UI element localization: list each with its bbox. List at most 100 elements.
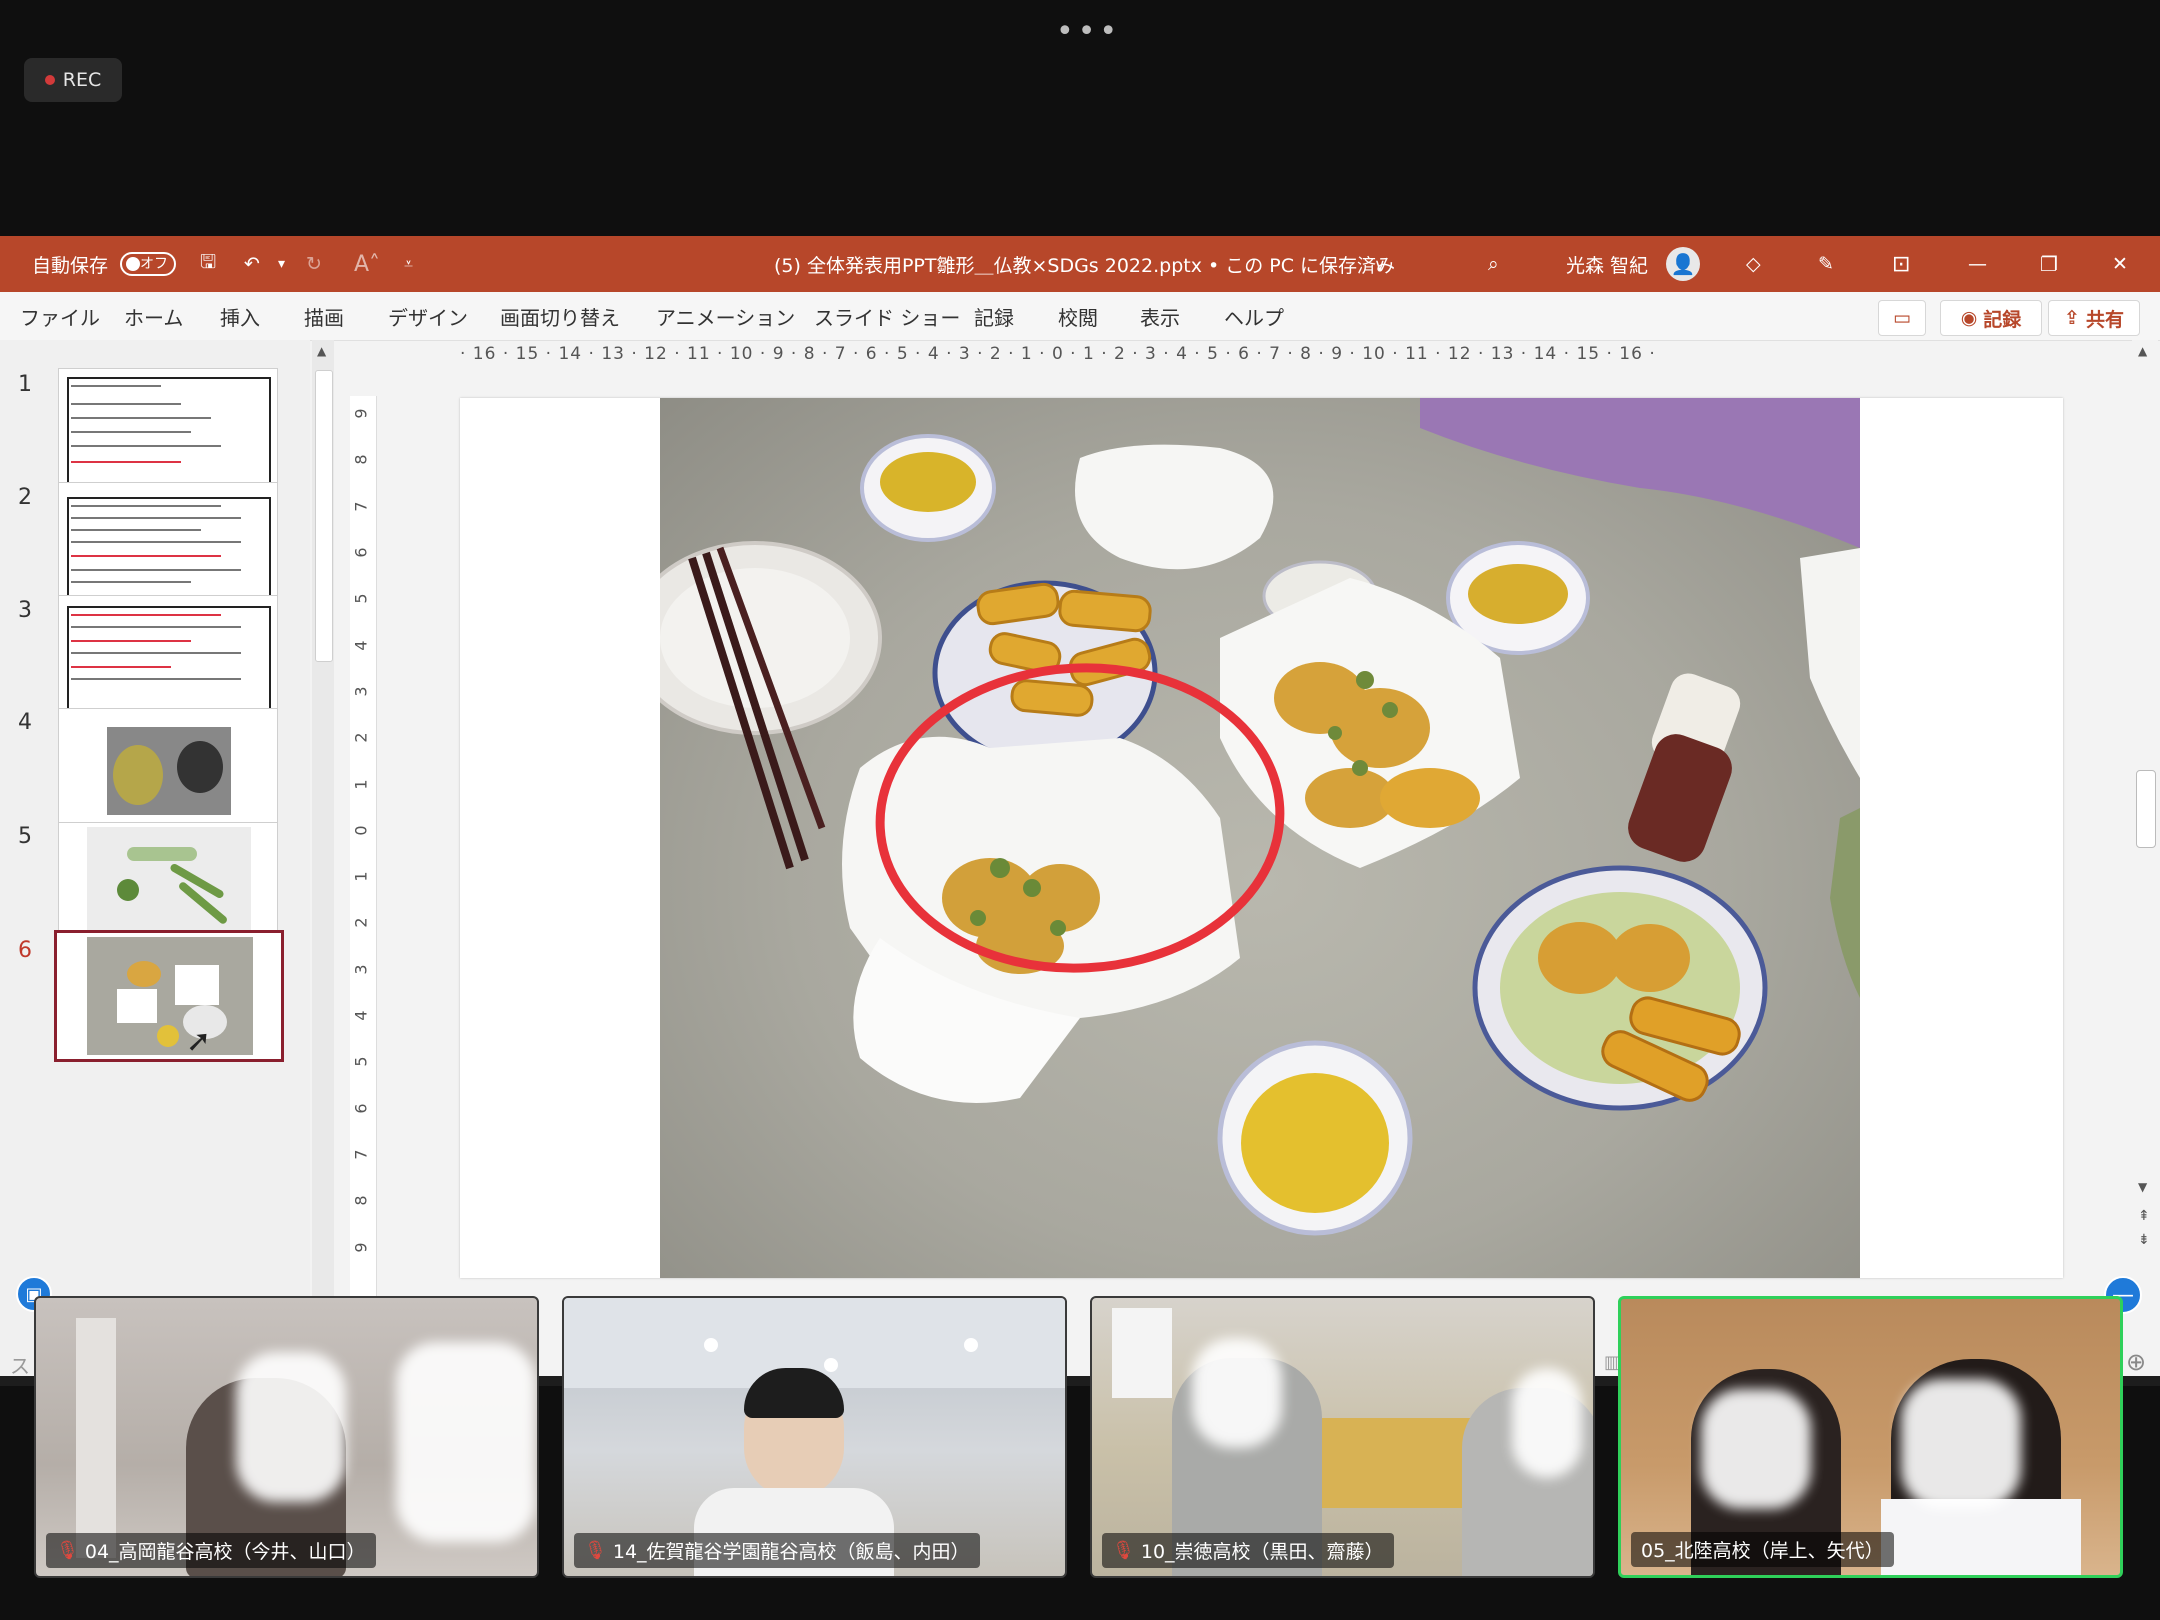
muted-mic-icon: 🎙 xyxy=(584,1540,607,1561)
participant-video[interactable]: 🎙 04_高岡龍谷高校（今井、山口） xyxy=(34,1296,539,1578)
slide-scroll-thumb[interactable] xyxy=(2136,770,2156,848)
autosave-label: 自動保存 xyxy=(32,254,109,277)
rec-indicator: REC xyxy=(24,58,122,102)
slide-number: 4 xyxy=(18,710,32,735)
horizontal-ruler: · 16 · 15 · 14 · 13 · 12 · 11 · 10 · 9 ·… xyxy=(460,344,1656,364)
ribbon-display-icon[interactable]: ⊡ xyxy=(1892,236,1910,292)
diamond-icon[interactable]: ◇ xyxy=(1746,236,1761,292)
slide-thumbnail-2[interactable] xyxy=(58,482,278,606)
powerpoint-window: 自動保存 オフ 🖫 ↶ ▾ ↻ A˄ ⩡ (5) 全体発表用PPT雛形＿仏教×S… xyxy=(0,236,2160,1376)
vertical-ruler-label: 5 xyxy=(351,593,371,604)
menu-view[interactable]: 表示 xyxy=(1140,292,1180,340)
menu-slideshow[interactable]: スライド ショー xyxy=(814,292,960,340)
minimize-icon[interactable]: — xyxy=(1968,236,1987,292)
menu-record[interactable]: 記録 xyxy=(974,292,1014,340)
comments-button[interactable]: ▭ xyxy=(1878,300,1926,336)
search-icon[interactable]: ⌕ xyxy=(1488,236,1499,292)
menu-help[interactable]: ヘルプ xyxy=(1224,292,1284,340)
participant-video-active[interactable]: 05_北陸高校（岸上、矢代） xyxy=(1618,1296,2123,1578)
participant-name-tag: 🎙 04_高岡龍谷高校（今井、山口） xyxy=(46,1533,376,1568)
slide-canvas[interactable] xyxy=(460,398,2063,1278)
vertical-ruler-label: 4 xyxy=(351,1010,371,1021)
slide-photo[interactable] xyxy=(660,398,1860,1278)
vertical-ruler-label: 4 xyxy=(351,639,371,651)
more-dots-icon[interactable]: ••• xyxy=(1056,14,1121,49)
vertical-ruler-label: 2 xyxy=(351,732,371,743)
menu-design[interactable]: デザイン xyxy=(388,292,468,340)
share-label: 共有 xyxy=(2085,308,2124,331)
avatar[interactable]: 👤 xyxy=(1666,247,1700,281)
menu-home[interactable]: ホーム xyxy=(124,292,183,340)
document-title[interactable]: (5) 全体発表用PPT雛形＿仏教×SDGs 2022.pptx • この PC… xyxy=(774,236,1395,292)
participant-video[interactable]: 🎙 14_佐賀龍谷学園龍谷高校（飯島、内田） xyxy=(562,1296,1067,1578)
restore-icon[interactable]: ❐ xyxy=(2040,236,2058,292)
user-name: 光森 智紀 xyxy=(1566,254,1649,277)
participant-name-tag: 🎙 10_崇徳高校（黒田、齋藤） xyxy=(1102,1533,1394,1568)
vertical-ruler-label: 8 xyxy=(351,1195,371,1206)
rec-label: REC xyxy=(62,69,102,91)
previous-slide-icon[interactable]: ⇞ xyxy=(2138,1208,2150,1224)
title-chevron-down-icon[interactable]: ∨ xyxy=(1374,236,1386,292)
menu-insert[interactable]: 挿入 xyxy=(220,292,260,340)
slide-scrollbar[interactable]: ▲ ▼ ⇞ ⇟ xyxy=(2132,340,2158,1376)
slide-number: 6 xyxy=(18,938,32,963)
thumbnail-scrollbar[interactable]: ▲ xyxy=(312,340,334,1376)
vertical-ruler: 9 8 7 6 5 4 3 2 1 0 1 2 3 4 5 6 7 8 9 xyxy=(350,396,377,1296)
slide-number: 1 xyxy=(18,372,32,397)
thumbnail-scroll-thumb[interactable] xyxy=(315,370,333,662)
vertical-ruler-label: 2 xyxy=(351,917,371,929)
scroll-up-icon[interactable]: ▲ xyxy=(2138,344,2147,358)
next-slide-icon[interactable]: ⇟ xyxy=(2138,1232,2150,1248)
vertical-ruler-label: 6 xyxy=(351,1103,371,1114)
participant-name: 04_高岡龍谷高校（今井、山口） xyxy=(84,1541,366,1563)
save-icon[interactable]: 🖫 xyxy=(200,236,216,292)
close-icon[interactable]: ✕ xyxy=(2112,236,2128,292)
menu-animations[interactable]: アニメーション xyxy=(656,292,795,340)
slide-number: 2 xyxy=(18,485,32,510)
vertical-ruler-label: 9 xyxy=(351,408,371,419)
vertical-ruler-label: 6 xyxy=(351,547,371,558)
vertical-ruler-label: 9 xyxy=(351,1242,371,1253)
redo-icon[interactable]: ↻ xyxy=(306,236,322,292)
slide-thumbnail-1[interactable] xyxy=(58,368,278,492)
muted-mic-icon: 🎙 xyxy=(1112,1540,1135,1561)
menu-file[interactable]: ファイル xyxy=(20,292,100,340)
muted-mic-icon: 🎙 xyxy=(56,1540,79,1561)
scroll-down-icon[interactable]: ▼ xyxy=(2138,1180,2147,1194)
slide-thumbnail-4[interactable] xyxy=(58,708,278,832)
vertical-ruler-label: 3 xyxy=(351,964,371,975)
customize-toolbar-icon[interactable]: ⩡ xyxy=(404,236,413,292)
mouse-cursor-icon: ➚ xyxy=(186,1024,212,1059)
vertical-ruler-label: 0 xyxy=(351,825,371,836)
participant-name: 05_北陸高校（岸上、矢代） xyxy=(1641,1540,1884,1562)
participant-name: 14_佐賀龍谷学園龍谷高校（飯島、内田） xyxy=(612,1541,970,1563)
undo-dropdown-icon[interactable]: ▾ xyxy=(278,236,285,292)
menu-bar: ファイル ホーム 挿入 描画 デザイン 画面切り替え アニメーション スライド … xyxy=(0,292,2160,341)
fit-slide-icon[interactable]: ⊕ xyxy=(2126,1348,2146,1376)
font-size-increase-icon[interactable]: A˄ xyxy=(354,236,380,292)
pen-icon[interactable]: ✎ xyxy=(1818,236,1834,292)
slide-thumbnail-6[interactable] xyxy=(54,930,284,1062)
participant-name: 10_崇徳高校（黒田、齋藤） xyxy=(1140,1541,1384,1563)
participant-video[interactable]: 🎙 10_崇徳高校（黒田、齋藤） xyxy=(1090,1296,1595,1578)
title-bar: 自動保存 オフ 🖫 ↶ ▾ ↻ A˄ ⩡ (5) 全体発表用PPT雛形＿仏教×S… xyxy=(0,236,2160,292)
share-button[interactable]: ⇪ 共有 xyxy=(2048,300,2140,336)
vertical-ruler-label: 1 xyxy=(351,778,371,790)
record-label: 記録 xyxy=(1983,308,2022,331)
slide-thumbnail-3[interactable] xyxy=(58,595,278,719)
menu-draw[interactable]: 描画 xyxy=(304,292,344,340)
slide-thumbnail-5[interactable] xyxy=(58,822,278,946)
vertical-ruler-label: 7 xyxy=(351,1149,371,1160)
autosave-state: オフ xyxy=(140,256,168,272)
menu-review[interactable]: 校閲 xyxy=(1058,292,1098,340)
slide-number: 3 xyxy=(18,598,32,623)
slide-thumbnail-pane: 1 2 3 4 5 6 ➚ xyxy=(0,340,310,1376)
vertical-ruler-label: 5 xyxy=(351,1056,371,1067)
undo-icon[interactable]: ↶ xyxy=(244,236,260,292)
scroll-up-icon[interactable]: ▲ xyxy=(317,344,326,358)
record-button[interactable]: ◉ 記録 xyxy=(1940,300,2042,336)
vertical-ruler-label: 1 xyxy=(351,871,371,882)
slide-number: 5 xyxy=(18,824,32,849)
menu-transitions[interactable]: 画面切り替え xyxy=(500,292,620,340)
autosave-toggle[interactable]: オフ xyxy=(120,252,176,276)
